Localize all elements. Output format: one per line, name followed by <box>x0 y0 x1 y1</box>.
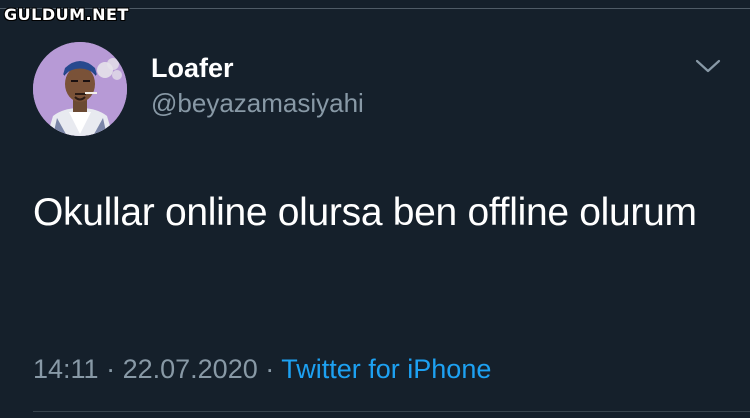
author-handle[interactable]: @beyazamasiyahi <box>151 87 364 119</box>
rapper-avatar-icon <box>33 42 127 136</box>
tweet-text: Okullar online olursa ben offline olurum <box>33 191 697 234</box>
meta-separator: · <box>265 354 275 384</box>
meta-separator: · <box>106 354 116 384</box>
tweet-source-link[interactable]: Twitter for iPhone <box>281 354 491 384</box>
bottom-divider <box>33 411 750 412</box>
avatar[interactable] <box>33 42 127 136</box>
tweet-time[interactable]: 14:11 <box>33 354 99 384</box>
author-display-name[interactable]: Loafer <box>151 52 234 84</box>
tweet-date[interactable]: 22.07.2020 <box>123 354 258 384</box>
tweet-metadata: 14:11 · 22.07.2020 · Twitter for iPhone <box>33 352 491 386</box>
watermark-logo: GULDUM.NET <box>4 5 129 24</box>
chevron-down-icon[interactable] <box>692 52 724 80</box>
